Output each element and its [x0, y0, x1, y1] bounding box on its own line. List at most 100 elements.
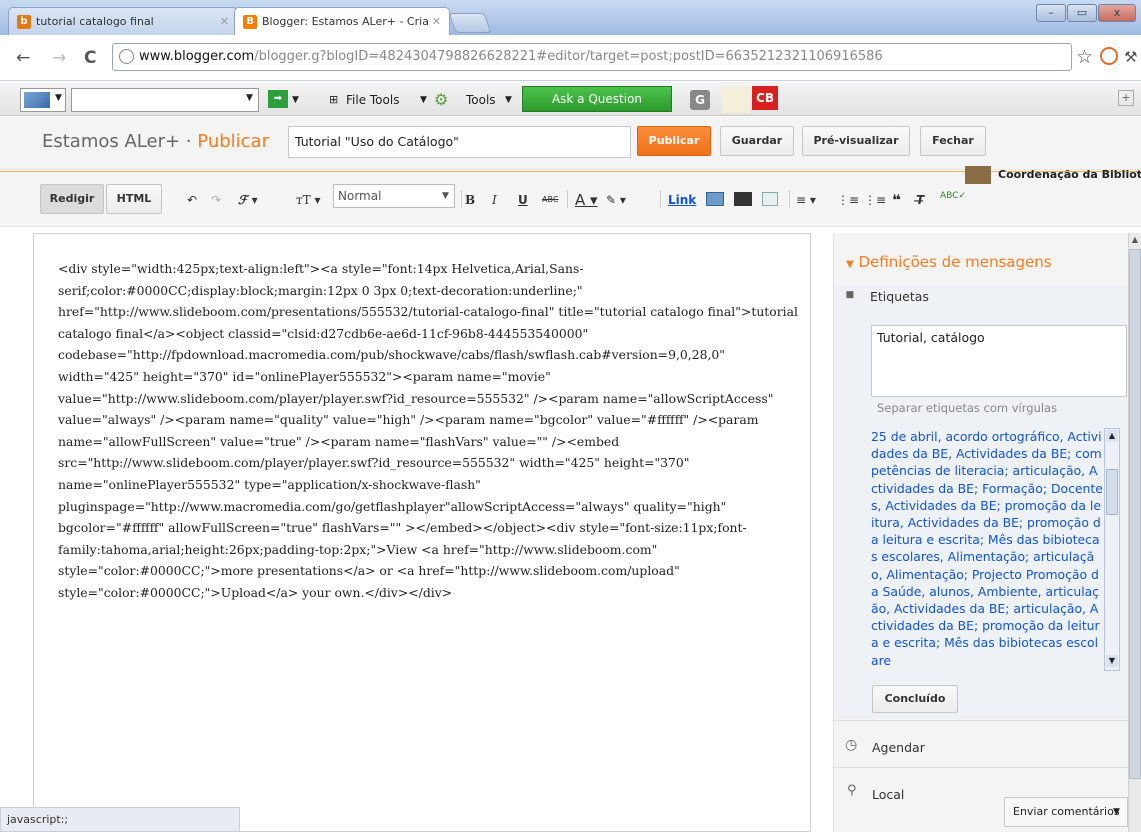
reload-icon[interactable]: C: [84, 48, 96, 68]
chevron-down-icon: ▼: [505, 95, 512, 105]
image-icon[interactable]: [706, 192, 724, 206]
divider: [567, 190, 568, 208]
chevron-down-icon: ▼: [1113, 807, 1120, 817]
url-host: www.blogger.com: [139, 49, 255, 64]
page-scrollbar[interactable]: ▲: [1128, 233, 1141, 832]
g-extension-icon[interactable]: G: [690, 90, 710, 110]
extension-toolbar: ▼ ▼ ➡ ▼ ⊞ File Tools ▼ ⚙ Tools ▼ Ask a Q…: [0, 82, 1141, 116]
chevron-down-icon: ▼: [420, 95, 427, 105]
scroll-thumb[interactable]: [1106, 469, 1118, 515]
divider: [461, 190, 462, 208]
link-button[interactable]: Link: [668, 186, 696, 214]
new-tab-button[interactable]: [448, 13, 492, 33]
location-pin-icon: ⚲: [847, 783, 857, 798]
italic-button[interactable]: I: [492, 186, 497, 214]
highlight-icon[interactable]: ✎ ▾: [606, 186, 626, 214]
font-size-icon[interactable]: тT ▾: [296, 186, 320, 214]
preview-button[interactable]: Pré-visualizar: [802, 126, 910, 156]
chevron-down-icon: ▼: [55, 93, 62, 103]
search-combobox[interactable]: ▼: [71, 88, 259, 112]
ask-question-button[interactable]: Ask a Question: [522, 86, 672, 112]
format-select-value: Normal: [338, 189, 382, 203]
numbered-list-icon[interactable]: ⋮≡: [837, 186, 859, 214]
wrench-icon[interactable]: ⚒: [1124, 48, 1137, 66]
close-icon[interactable]: ✕: [220, 15, 229, 28]
labels-heading: Etiquetas: [870, 289, 929, 304]
schedule-item[interactable]: Agendar: [872, 740, 925, 755]
scroll-up-icon[interactable]: ▲: [1129, 233, 1141, 247]
spellcheck-icon[interactable]: ABC✓: [940, 190, 966, 218]
settings-title: Definições de mensagens: [858, 253, 1052, 271]
divider: [834, 720, 1130, 721]
bold-button[interactable]: B: [465, 186, 475, 214]
compose-mode-button[interactable]: Redigir: [40, 184, 104, 214]
arrow-right-icon[interactable]: ➡: [268, 90, 288, 108]
blog-title: Estamos ALer+ · Publicar: [42, 131, 269, 152]
settings-header[interactable]: ▼ Definições de mensagens: [846, 253, 1052, 271]
save-button[interactable]: Guardar: [720, 126, 794, 156]
close-window-button[interactable]: x: [1098, 4, 1136, 22]
scroll-thumb[interactable]: [1129, 249, 1141, 779]
close-button[interactable]: Fechar: [920, 126, 986, 156]
done-button[interactable]: Concluído: [872, 685, 958, 713]
html-editor-textarea[interactable]: <div style="width:425px;text-align:left"…: [33, 233, 811, 832]
globe-icon: [119, 49, 134, 64]
jump-break-icon[interactable]: [762, 192, 778, 206]
add-icon[interactable]: +: [1118, 90, 1134, 106]
format-select[interactable]: Normal ▼: [333, 184, 455, 208]
file-tools-menu[interactable]: File Tools: [346, 89, 399, 111]
url-path: /blogger.g?blogID=4824304798826628221#ed…: [254, 49, 883, 64]
maximize-button[interactable]: ▭: [1067, 4, 1097, 22]
favicon-icon: b: [17, 14, 31, 29]
bullet-list-icon[interactable]: ⋮≡: [864, 186, 886, 214]
close-icon[interactable]: ✕: [432, 15, 441, 28]
scroll-down-icon[interactable]: ▼: [1106, 655, 1118, 667]
redo-icon[interactable]: ↷: [211, 186, 221, 214]
address-bar[interactable]: www.blogger.com/blogger.g?blogID=4824304…: [112, 43, 1072, 71]
html-mode-button[interactable]: HTML: [106, 184, 162, 214]
labels-textarea[interactable]: Tutorial, catálogo: [871, 325, 1127, 397]
scroll-up-icon[interactable]: ▲: [1106, 430, 1118, 442]
quote-icon[interactable]: ❝: [892, 186, 901, 214]
clear-format-icon[interactable]: T̶: [916, 186, 924, 214]
label-suggestions[interactable]: 25 de abril, acordo ortográfico, Activid…: [871, 428, 1103, 671]
font-family-icon[interactable]: ℱ ▾: [238, 186, 258, 214]
suggestions-scrollbar[interactable]: ▲ ▼: [1104, 428, 1120, 671]
image-dropdown[interactable]: ▼: [20, 88, 66, 112]
file-tools-icon: ⊞: [329, 93, 339, 106]
tab-blogger[interactable]: B Blogger: Estamos ALer+ - Cria ✕: [234, 7, 450, 35]
divider: [789, 190, 790, 208]
strikethrough-button[interactable]: ABC: [542, 186, 558, 214]
undo-icon[interactable]: ↶: [187, 186, 197, 214]
video-icon[interactable]: [734, 192, 752, 206]
chevron-down-icon: ▼: [442, 191, 449, 201]
feedback-button[interactable]: Enviar comentários ▼: [1004, 797, 1128, 827]
user-name: Coordenação da Bibliote: [998, 168, 1141, 181]
tab-tutorial-catalogo[interactable]: b tutorial catalogo final ✕: [8, 7, 238, 35]
cb-extension-icon[interactable]: CB: [752, 86, 778, 110]
align-icon[interactable]: ≡ ▾: [796, 186, 816, 214]
post-header: Estamos ALer+ · Publicar Tutorial "Uso d…: [0, 117, 1141, 170]
status-bar: javascript:;: [0, 807, 240, 832]
tab-title: Blogger: Estamos ALer+ - Cria: [262, 15, 429, 28]
extension-icon[interactable]: [1100, 47, 1118, 65]
minimize-button[interactable]: –: [1036, 4, 1066, 22]
forward-arrow-icon[interactable]: →: [52, 48, 66, 68]
clock-icon: ◷: [845, 737, 858, 753]
labels-hint: Separar etiquetas com vírgulas: [877, 401, 1058, 415]
star-icon[interactable]: ☆: [1076, 46, 1093, 68]
tools-menu[interactable]: Tools: [466, 89, 496, 111]
location-item[interactable]: Local: [872, 787, 904, 802]
blog-name: Estamos ALer+: [42, 131, 181, 152]
back-arrow-icon[interactable]: ←: [16, 48, 30, 68]
chevron-down-icon[interactable]: ▼: [292, 89, 299, 111]
text-color-icon[interactable]: A ▾: [575, 186, 598, 214]
underline-button[interactable]: U: [518, 186, 528, 214]
tab-title: tutorial catalogo final: [36, 15, 154, 28]
browser-tab-bar: b tutorial catalogo final ✕ B Blogger: E…: [0, 0, 1141, 35]
blank-extension-icon[interactable]: [722, 87, 750, 113]
chevron-down-icon: ▼: [246, 93, 253, 103]
post-title-input[interactable]: Tutorial "Uso do Catálogo": [288, 126, 631, 158]
publish-button[interactable]: Publicar: [637, 126, 711, 156]
blogger-favicon-icon: B: [243, 14, 257, 29]
